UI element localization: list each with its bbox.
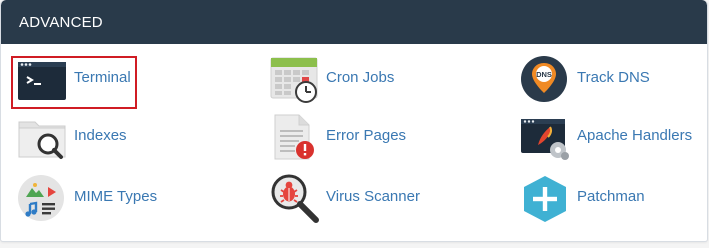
item-label: Error Pages xyxy=(326,127,407,144)
terminal-icon xyxy=(17,55,69,103)
item-label: Cron Jobs xyxy=(326,69,395,86)
apache-feather-icon xyxy=(520,113,572,161)
bug-magnifier-icon xyxy=(269,174,321,223)
calendar-clock-icon xyxy=(269,55,321,103)
advanced-panel: ADVANCED Terminal Cron Jobs DNS Track DN… xyxy=(0,0,708,242)
item-cron-jobs[interactable]: Cron Jobs xyxy=(269,55,419,103)
dns-pin-icon: DNS xyxy=(520,55,572,103)
svg-text:DNS: DNS xyxy=(536,70,552,79)
document-error-icon xyxy=(269,113,321,161)
media-types-icon xyxy=(17,174,69,222)
item-label: Indexes xyxy=(74,127,127,144)
item-mime-types[interactable]: MIME Types xyxy=(17,174,167,222)
panel-title: ADVANCED xyxy=(19,14,103,31)
item-label: Virus Scanner xyxy=(326,188,420,205)
item-label: Track DNS xyxy=(577,69,650,86)
folder-search-icon xyxy=(17,113,69,161)
item-label: Patchman xyxy=(577,188,645,205)
item-error-pages[interactable]: Error Pages xyxy=(269,113,419,161)
panel-header[interactable]: ADVANCED xyxy=(1,0,707,44)
item-patchman[interactable]: Patchman xyxy=(520,174,670,222)
item-label: MIME Types xyxy=(74,188,158,205)
item-indexes[interactable]: Indexes xyxy=(17,113,137,161)
item-terminal[interactable]: Terminal xyxy=(17,55,137,103)
item-label: Terminal xyxy=(74,69,131,86)
hexagon-plus-icon xyxy=(520,174,572,222)
item-track-dns[interactable]: DNS Track DNS xyxy=(520,55,680,103)
item-apache-handlers[interactable]: Apache Handlers xyxy=(520,113,700,161)
item-virus-scanner[interactable]: Virus Scanner xyxy=(269,174,429,223)
item-label: Apache Handlers xyxy=(577,127,693,144)
